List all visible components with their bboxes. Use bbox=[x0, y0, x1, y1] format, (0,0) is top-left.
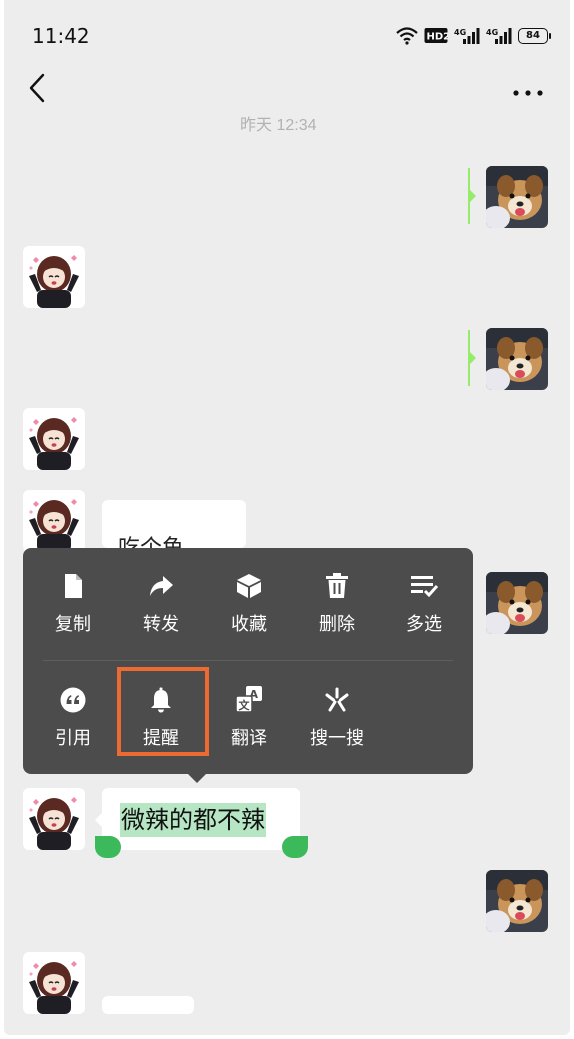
wifi-icon bbox=[396, 27, 418, 45]
menu-pointer bbox=[188, 774, 206, 783]
menu-item-label: 引用 bbox=[55, 728, 91, 749]
menu-item-search[interactable]: 搜一搜 bbox=[293, 662, 381, 752]
message-bubble[interactable] bbox=[102, 996, 194, 1014]
friend-avatar[interactable] bbox=[23, 952, 85, 1014]
partial-message-text: 吃个鱼 bbox=[118, 530, 184, 548]
partial-message-bubble[interactable]: 吃个鱼 bbox=[102, 500, 246, 548]
battery-indicator: 84 bbox=[518, 28, 551, 44]
menu-item-label: 转发 bbox=[143, 614, 179, 635]
more-dots-icon bbox=[513, 81, 543, 100]
friend-avatar[interactable] bbox=[23, 490, 85, 552]
translate-icon: A文 bbox=[235, 686, 263, 714]
menu-item-label: 收藏 bbox=[231, 614, 267, 635]
search-spark-icon bbox=[323, 686, 351, 714]
menu-item-translate[interactable]: A文 翻译 bbox=[205, 662, 293, 752]
menu-item-label: 多选 bbox=[406, 614, 442, 635]
menu-item-favorite[interactable]: 收藏 bbox=[205, 548, 293, 638]
my-avatar[interactable] bbox=[486, 572, 548, 634]
trash-icon bbox=[323, 572, 351, 600]
multi-select-icon bbox=[410, 572, 438, 600]
sent-bubble-tail bbox=[468, 350, 476, 366]
more-button[interactable] bbox=[506, 70, 550, 110]
menu-item-label: 翻译 bbox=[231, 728, 267, 749]
my-avatar[interactable] bbox=[486, 328, 548, 390]
menu-item-forward[interactable]: 转发 bbox=[117, 548, 205, 638]
hd2-label: HD2 bbox=[427, 32, 449, 43]
sent-bubble-tail bbox=[468, 188, 476, 204]
status-icons: HD2 4G 4G 84 bbox=[396, 26, 551, 46]
menu-divider bbox=[43, 660, 453, 661]
my-avatar[interactable] bbox=[486, 166, 548, 228]
selection-start-handle[interactable] bbox=[95, 836, 121, 858]
remind-highlight-box bbox=[117, 667, 209, 756]
network-label: 4G bbox=[454, 28, 466, 37]
menu-item-delete[interactable]: 删除 bbox=[293, 548, 381, 638]
signal-4g-icon: 4G bbox=[454, 27, 480, 45]
message-context-menu: 复制 转发 收藏 删除 多选 引用 提醒 A 文 翻译 搜一搜 bbox=[23, 548, 473, 774]
my-avatar[interactable] bbox=[486, 870, 548, 932]
hd2-icon: HD2 bbox=[424, 27, 448, 45]
menu-item-label: 复制 bbox=[55, 614, 91, 635]
selection-end-handle[interactable] bbox=[282, 836, 308, 858]
status-bar: 11:42 HD2 4G 4G 84 bbox=[4, 0, 570, 62]
friend-avatar[interactable] bbox=[23, 246, 85, 308]
favorite-box-icon bbox=[235, 572, 263, 600]
selected-message-text[interactable]: 微辣的都不辣 bbox=[120, 803, 266, 837]
friend-avatar[interactable] bbox=[23, 788, 85, 850]
menu-item-quote[interactable]: 引用 bbox=[29, 662, 117, 752]
chat-screen: 11:42 HD2 4G 4G 84 昨天 12:34 复制 转发 收藏 删除 … bbox=[4, 0, 570, 1035]
svg-text:文: 文 bbox=[239, 698, 251, 712]
chevron-left-icon bbox=[28, 73, 46, 107]
forward-icon bbox=[147, 572, 175, 600]
chat-nav-bar bbox=[4, 62, 570, 118]
network-label: 4G bbox=[486, 28, 498, 37]
copy-icon bbox=[59, 572, 87, 600]
quote-icon bbox=[59, 686, 87, 714]
status-time: 11:42 bbox=[32, 24, 90, 48]
message-timestamp: 昨天 12:34 bbox=[240, 117, 317, 132]
menu-item-multi-select[interactable]: 多选 bbox=[380, 548, 468, 638]
menu-item-label: 搜一搜 bbox=[310, 728, 364, 749]
signal-4g-icon: 4G bbox=[486, 27, 512, 45]
friend-avatar[interactable] bbox=[23, 408, 85, 470]
menu-item-label: 删除 bbox=[319, 614, 355, 635]
back-button[interactable] bbox=[20, 70, 54, 110]
menu-item-copy[interactable]: 复制 bbox=[29, 548, 117, 638]
